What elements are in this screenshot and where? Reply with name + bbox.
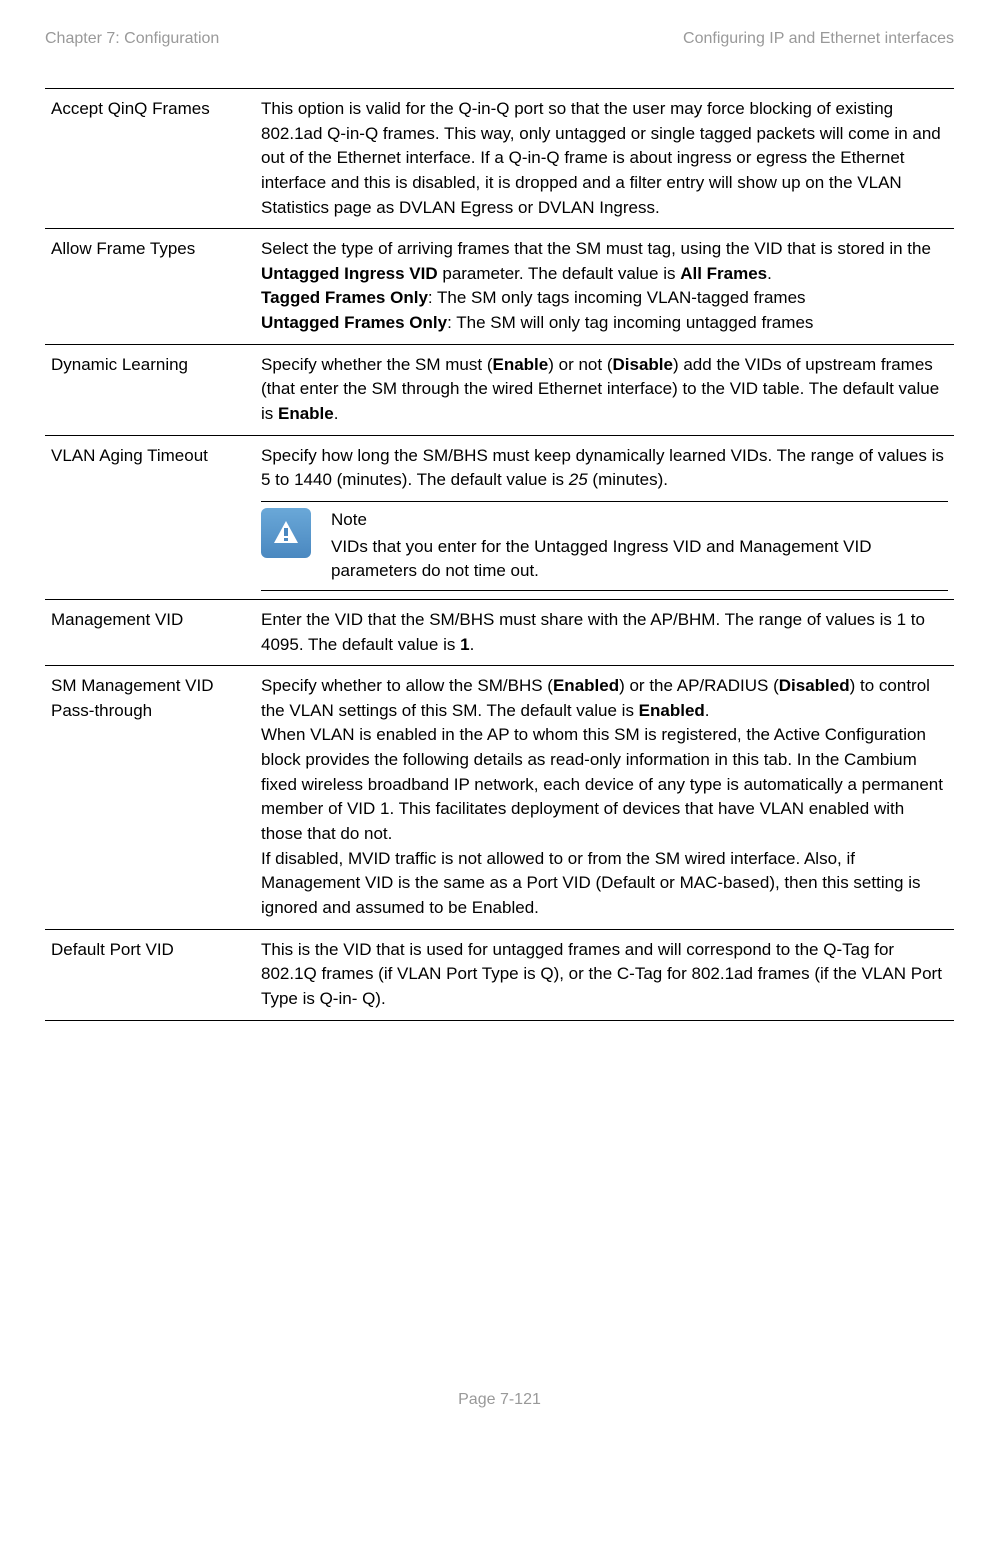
attribute-cell: Default Port VID bbox=[45, 929, 255, 1020]
table-row: SM Management VID Pass-throughSpecify wh… bbox=[45, 666, 954, 929]
description-cell: Select the type of arriving frames that … bbox=[255, 229, 954, 345]
description-text: Specify whether the SM must (Enable) or … bbox=[261, 353, 948, 427]
description-cell: Specify whether the SM must (Enable) or … bbox=[255, 344, 954, 435]
document-page: Chapter 7: Configuration Configuring IP … bbox=[0, 0, 999, 1439]
description-text: This is the VID that is used for untagge… bbox=[261, 938, 948, 1012]
description-text: Specify how long the SM/BHS must keep dy… bbox=[261, 444, 948, 493]
description-text: Specify whether to allow the SM/BHS (Ena… bbox=[261, 674, 948, 920]
attribute-cell: Management VID bbox=[45, 599, 255, 665]
page-footer: Page 7-121 bbox=[45, 1391, 954, 1409]
page-number: Page 7-121 bbox=[458, 1391, 541, 1408]
table-row: Management VIDEnter the VID that the SM/… bbox=[45, 599, 954, 665]
description-cell: This is the VID that is used for untagge… bbox=[255, 929, 954, 1020]
note-text: VIDs that you enter for the Untagged Ing… bbox=[331, 535, 948, 584]
header-left: Chapter 7: Configuration bbox=[45, 30, 219, 48]
table-row: VLAN Aging TimeoutSpecify how long the S… bbox=[45, 435, 954, 599]
note-title: Note bbox=[331, 508, 948, 533]
table-row: Dynamic LearningSpecify whether the SM m… bbox=[45, 344, 954, 435]
attribute-cell: Dynamic Learning bbox=[45, 344, 255, 435]
attribute-cell: SM Management VID Pass-through bbox=[45, 666, 255, 929]
note-content: NoteVIDs that you enter for the Untagged… bbox=[331, 508, 948, 584]
table-row: Default Port VIDThis is the VID that is … bbox=[45, 929, 954, 1020]
attribute-cell: Accept QinQ Frames bbox=[45, 89, 255, 229]
description-cell: Enter the VID that the SM/BHS must share… bbox=[255, 599, 954, 665]
note-box: NoteVIDs that you enter for the Untagged… bbox=[261, 501, 948, 591]
description-text: This option is valid for the Q-in-Q port… bbox=[261, 97, 948, 220]
table-row: Accept QinQ FramesThis option is valid f… bbox=[45, 89, 954, 229]
description-text: Select the type of arriving frames that … bbox=[261, 237, 948, 336]
page-header: Chapter 7: Configuration Configuring IP … bbox=[45, 30, 954, 48]
config-table: Accept QinQ FramesThis option is valid f… bbox=[45, 88, 954, 1021]
description-cell: This option is valid for the Q-in-Q port… bbox=[255, 89, 954, 229]
description-cell: Specify how long the SM/BHS must keep dy… bbox=[255, 435, 954, 599]
description-cell: Specify whether to allow the SM/BHS (Ena… bbox=[255, 666, 954, 929]
header-right: Configuring IP and Ethernet interfaces bbox=[683, 30, 954, 48]
note-icon bbox=[261, 508, 311, 558]
description-text: Enter the VID that the SM/BHS must share… bbox=[261, 608, 948, 657]
attribute-cell: Allow Frame Types bbox=[45, 229, 255, 345]
table-row: Allow Frame TypesSelect the type of arri… bbox=[45, 229, 954, 345]
attribute-cell: VLAN Aging Timeout bbox=[45, 435, 255, 599]
